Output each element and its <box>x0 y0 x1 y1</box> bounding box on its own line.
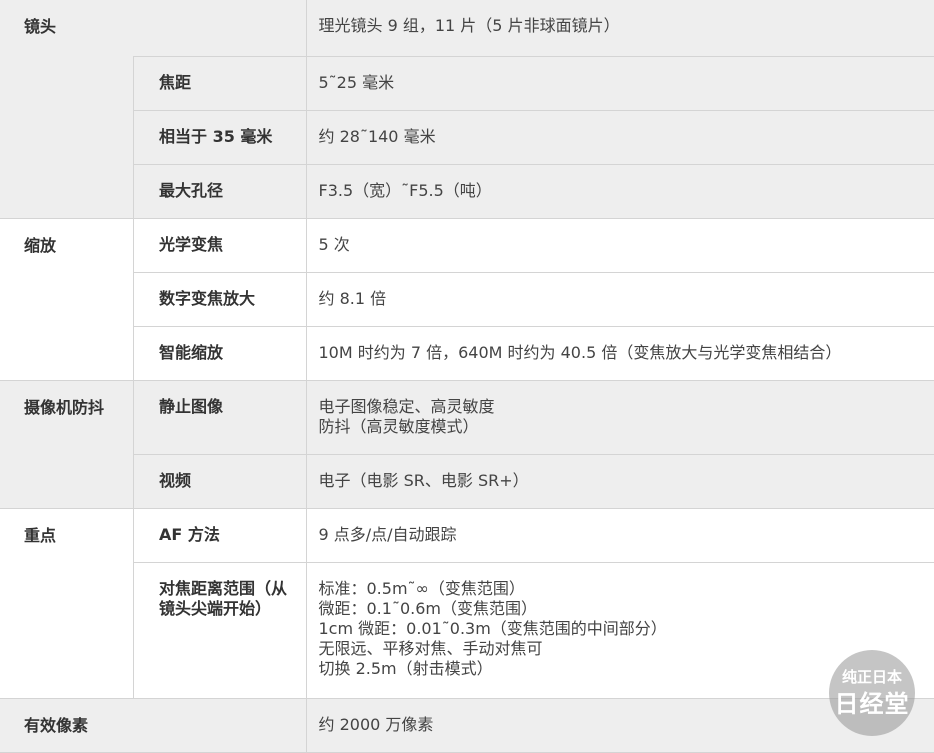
sub-label-focus-range: 对焦距离范围（从镜头尖端开始） <box>133 562 306 699</box>
table-row: 焦距 5˜25 毫米 <box>0 56 934 111</box>
row-label-pixels: 有效像素 <box>0 698 134 753</box>
sub-label-optical-zoom: 光学变焦 <box>133 218 306 273</box>
max-aperture-value: F3.5（宽）˜F5.5（吨） <box>305 164 934 219</box>
table-row: 数字变焦放大 约 8.1 倍 <box>0 272 934 327</box>
sub-label-equiv-35mm: 相当于 35 毫米 <box>133 110 306 165</box>
focal-length-value: 5˜25 毫米 <box>305 56 934 111</box>
spec-table: 镜头 理光镜头 9 组，11 片（5 片非球面镜片） 焦距 5˜25 毫米 相当… <box>0 0 934 753</box>
table-row: 重点 AF 方法 9 点多/点/自动跟踪 <box>0 508 934 699</box>
optical-zoom-value: 5 次 <box>305 218 934 273</box>
sub-label-smart-zoom: 智能缩放 <box>133 326 306 381</box>
smart-zoom-value: 10M 时约为 7 倍，640M 时约为 40.5 倍（变焦放大与光学变焦相结合… <box>305 326 934 381</box>
video-value: 电子（电影 SR、电影 SR+） <box>305 454 934 509</box>
table-row: 最大孔径 F3.5（宽）˜F5.5（吨） <box>0 164 934 219</box>
digital-zoom-value: 约 8.1 倍 <box>305 272 934 327</box>
table-row: 摄像机防抖 静止图像 电子图像稳定、高灵敏度 防抖（高灵敏度模式） <box>0 380 934 509</box>
table-row: 对焦距离范围（从镜头尖端开始） 标准：0.5m˜∞（变焦范围） 微距：0.1˜0… <box>0 562 934 699</box>
sub-label-digital-zoom: 数字变焦放大 <box>133 272 306 327</box>
equiv-35mm-value: 约 28˜140 毫米 <box>305 110 934 165</box>
still-image-value: 电子图像稳定、高灵敏度 防抖（高灵敏度模式） <box>305 380 934 455</box>
table-row: 智能缩放 10M 时约为 7 倍，640M 时约为 40.5 倍（变焦放大与光学… <box>0 326 934 381</box>
sub-label-af-method: AF 方法 <box>133 508 306 563</box>
table-row: 相当于 35 毫米 约 28˜140 毫米 <box>0 110 934 165</box>
row-label-focus: 重点 <box>0 508 134 699</box>
table-row: 有效像素 约 2000 万像素 <box>0 698 934 753</box>
row-label-lens: 镜头 <box>0 0 134 219</box>
row-label-zoom: 缩放 <box>0 218 134 381</box>
lens-value: 理光镜头 9 组，11 片（5 片非球面镜片） <box>305 0 934 57</box>
sub-label-max-aperture: 最大孔径 <box>133 164 306 219</box>
row-label-stabilization: 摄像机防抖 <box>0 380 134 509</box>
table-row: 缩放 光学变焦 5 次 <box>0 218 934 381</box>
sub-label-focal-length: 焦距 <box>133 56 306 111</box>
watermark-logo: 纯正日本 日经堂 <box>829 650 915 736</box>
table-row: 视频 电子（电影 SR、电影 SR+） <box>0 454 934 509</box>
sub-label-video: 视频 <box>133 454 306 509</box>
sub-label-still-image: 静止图像 <box>133 380 306 455</box>
af-method-value: 9 点多/点/自动跟踪 <box>305 508 934 563</box>
table-row: 镜头 理光镜头 9 组，11 片（5 片非球面镜片） <box>0 0 934 219</box>
